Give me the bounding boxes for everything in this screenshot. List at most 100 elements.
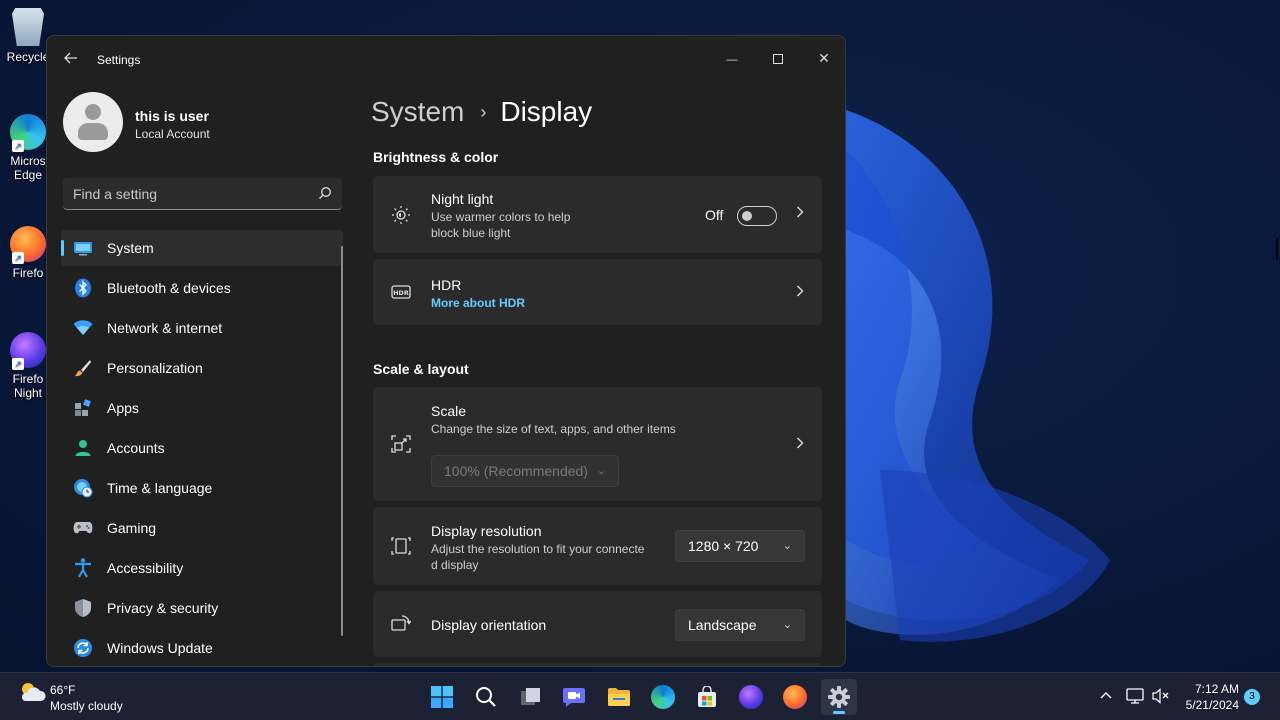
desktop-icon-label: Recycle bbox=[6, 50, 50, 64]
display-orientation-value: Landscape bbox=[688, 617, 757, 633]
avatar-body-icon bbox=[78, 123, 108, 140]
back-button[interactable] bbox=[59, 50, 83, 70]
search-icon[interactable] bbox=[318, 186, 332, 200]
user-account-type: Local Account bbox=[135, 127, 210, 141]
desktop-icon-label: Micros Edge bbox=[10, 154, 46, 182]
shortcut-arrow-icon: ↗ bbox=[12, 140, 24, 152]
search-icon bbox=[476, 687, 496, 707]
next-card-partial bbox=[373, 663, 822, 666]
sidebar-item-system[interactable]: System bbox=[61, 230, 343, 266]
gear-icon bbox=[828, 686, 850, 708]
apps-icon bbox=[73, 398, 93, 418]
update-icon bbox=[73, 638, 93, 658]
display-orientation-dropdown[interactable]: Landscape ⌄ bbox=[675, 609, 805, 641]
clock-date[interactable]: 5/21/2024 bbox=[1177, 698, 1239, 712]
taskbar-settings-button[interactable] bbox=[821, 679, 857, 715]
taskbar-task-view-button[interactable] bbox=[513, 679, 549, 715]
night-light-toggle[interactable] bbox=[737, 206, 777, 226]
sidebar-scrollbar[interactable] bbox=[341, 246, 343, 636]
sidebar-item-accessibility[interactable]: Accessibility bbox=[61, 550, 343, 586]
taskbar-chat-button[interactable] bbox=[556, 679, 592, 715]
search-input[interactable] bbox=[63, 178, 303, 209]
display-orientation-title: Display orientation bbox=[431, 617, 547, 633]
scale-dropdown[interactable]: 100% (Recommended) ⌄ bbox=[431, 455, 619, 487]
scale-dropdown-value: 100% (Recommended) bbox=[444, 463, 588, 479]
sidebar-item-apps[interactable]: Apps bbox=[61, 390, 343, 426]
desktop-icon-firefox[interactable]: ↗ Firefo bbox=[6, 226, 50, 280]
avatar-head-icon bbox=[85, 104, 101, 120]
chevron-right-icon[interactable] bbox=[796, 284, 804, 300]
night-light-card[interactable]: Night light Use warmer colors to help bl… bbox=[373, 176, 822, 253]
breadcrumb-system[interactable]: System bbox=[371, 96, 464, 128]
taskbar-firefox-nightly-button[interactable] bbox=[733, 679, 769, 715]
avatar[interactable] bbox=[63, 92, 123, 152]
sidebar-item-personalization[interactable]: Personalization bbox=[61, 350, 343, 386]
maximize-button[interactable] bbox=[755, 42, 801, 74]
volume-muted-icon[interactable] bbox=[1152, 688, 1170, 704]
desktop-icon-edge[interactable]: ↗ Micros Edge bbox=[6, 114, 50, 182]
display-resolution-icon bbox=[391, 537, 411, 555]
sidebar-item-time-language[interactable]: Time & language bbox=[61, 470, 343, 506]
close-button[interactable]: ✕ bbox=[801, 42, 845, 74]
breadcrumb: System › Display bbox=[371, 94, 592, 130]
shortcut-arrow-icon: ↗ bbox=[12, 358, 24, 370]
desktop-icon-label: Firefo bbox=[12, 266, 44, 280]
display-resolution-card[interactable]: Display resolution Adjust the resolution… bbox=[373, 507, 822, 585]
night-light-subtitle-line1: Use warmer colors to help bbox=[431, 210, 571, 224]
taskbar-file-explorer-button[interactable] bbox=[601, 679, 637, 715]
notification-badge[interactable]: 3 bbox=[1244, 689, 1260, 705]
firefox-nightly-icon: ↗ bbox=[10, 332, 46, 370]
sidebar-item-network[interactable]: Network & internet bbox=[61, 310, 343, 346]
sidebar-item-bluetooth[interactable]: Bluetooth & devices bbox=[61, 270, 343, 306]
sidebar-nav: System Bluetooth & devices Network & int… bbox=[61, 230, 343, 666]
user-name: this is user bbox=[135, 108, 209, 124]
chevron-down-icon: ⌄ bbox=[782, 540, 792, 552]
network-icon[interactable] bbox=[1126, 688, 1144, 704]
sidebar-item-label: Windows Update bbox=[107, 640, 213, 656]
chevron-down-icon: ⌄ bbox=[596, 465, 606, 477]
firefox-icon: ↗ bbox=[10, 226, 46, 264]
weather-widget[interactable]: 66°F Mostly cloudy bbox=[18, 681, 123, 713]
chevron-right-icon[interactable] bbox=[796, 436, 804, 452]
settings-window: Settings — ✕ this is user Local Account … bbox=[46, 35, 846, 667]
monitor-icon bbox=[73, 238, 93, 258]
sidebar-item-label: Gaming bbox=[107, 520, 157, 536]
display-resolution-dropdown[interactable]: 1280 × 720 ⌄ bbox=[675, 530, 805, 562]
desktop-icon-firefox-nightly[interactable]: ↗ Firefo Night bbox=[6, 332, 50, 400]
taskbar-store-button[interactable] bbox=[689, 679, 725, 715]
sidebar-item-privacy-security[interactable]: Privacy & security bbox=[61, 590, 343, 626]
search-box[interactable] bbox=[63, 178, 342, 210]
night-light-subtitle-line2: block blue light bbox=[431, 226, 511, 240]
tray-overflow-chevron-icon[interactable] bbox=[1099, 689, 1113, 703]
bluetooth-icon bbox=[73, 278, 93, 298]
clock-time[interactable]: 7:12 AM bbox=[1183, 682, 1239, 696]
sidebar-item-windows-update[interactable]: Windows Update bbox=[61, 630, 343, 666]
chevron-right-icon[interactable] bbox=[796, 205, 804, 221]
sidebar-item-label: Network & internet bbox=[107, 320, 223, 336]
sidebar-item-label: Accessibility bbox=[107, 560, 184, 576]
weather-temperature: 66°F bbox=[50, 683, 76, 697]
display-orientation-card[interactable]: Display orientation Landscape ⌄ bbox=[373, 591, 822, 657]
windows-start-icon bbox=[431, 686, 453, 708]
desktop-icon-recycle-bin[interactable]: Recycle bbox=[6, 8, 50, 64]
taskbar-start-button[interactable] bbox=[424, 679, 460, 715]
toggle-knob bbox=[742, 211, 752, 221]
minimize-button[interactable]: — bbox=[709, 42, 755, 74]
scale-card[interactable]: Scale Change the size of text, apps, and… bbox=[373, 387, 822, 501]
sidebar-item-label: Accounts bbox=[107, 440, 165, 456]
accessibility-icon bbox=[73, 558, 93, 578]
store-icon bbox=[698, 686, 716, 707]
taskbar-search-button[interactable] bbox=[468, 679, 504, 715]
taskbar-firefox-button[interactable] bbox=[777, 679, 813, 715]
edge-icon bbox=[651, 685, 675, 709]
hdr-card[interactable]: HDR HDR More about HDR bbox=[373, 259, 822, 325]
sidebar-item-gaming[interactable]: Gaming bbox=[61, 510, 343, 546]
edge-icon: ↗ bbox=[10, 114, 46, 152]
taskbar-edge-button[interactable] bbox=[645, 679, 681, 715]
sidebar-item-accounts[interactable]: Accounts bbox=[61, 430, 343, 466]
title-bar[interactable]: Settings — ✕ bbox=[47, 36, 845, 84]
video-chat-icon bbox=[563, 688, 585, 707]
display-orientation-icon bbox=[391, 615, 411, 631]
display-resolution-title: Display resolution bbox=[431, 523, 542, 539]
hdr-more-link[interactable]: More about HDR bbox=[431, 295, 525, 311]
